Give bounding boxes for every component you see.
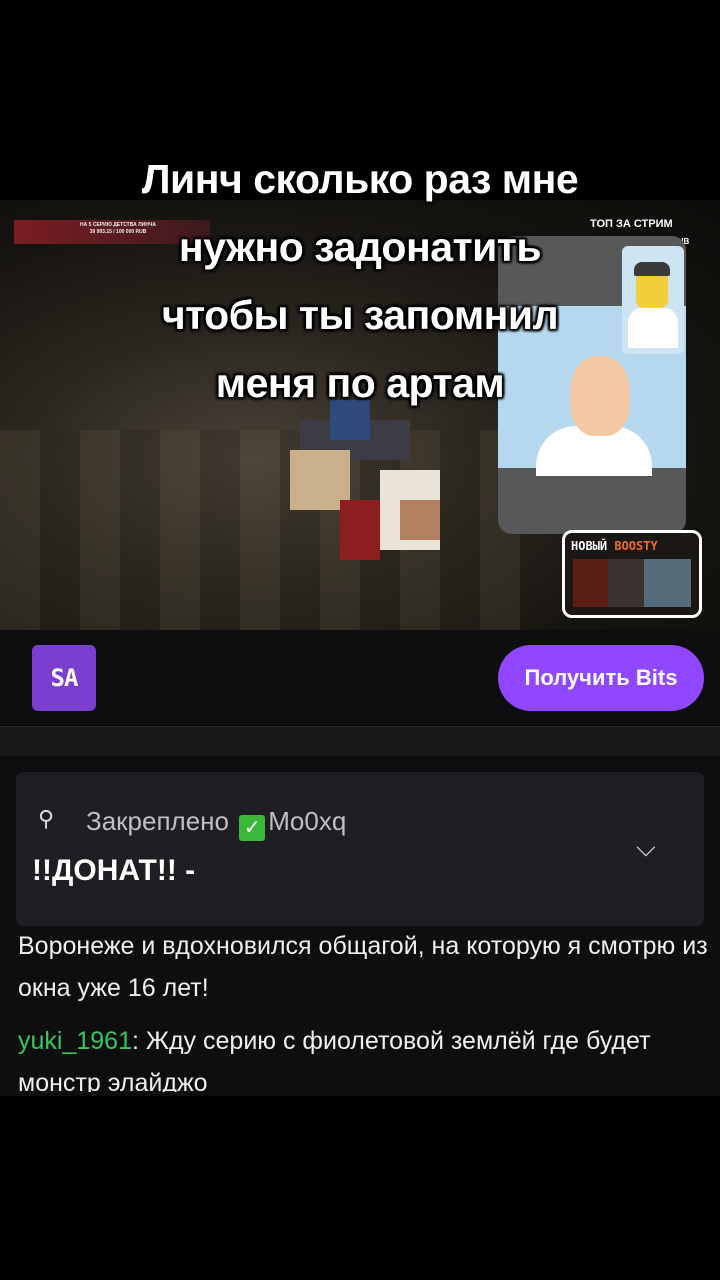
caption-line-3: чтобы ты запомнил	[161, 292, 559, 338]
chat-separator: :	[131, 1027, 146, 1055]
channel-logo[interactable]: SA	[32, 645, 96, 711]
chat-message-text: Воронеже и вдохновился общагой, на котор…	[18, 932, 708, 1002]
pinned-header: Закреплено ✓ Mo0xq	[86, 806, 346, 841]
get-bits-button[interactable]: Получить Bits	[498, 645, 704, 711]
boosty-label: НОВЫЙ BOOSTY	[571, 539, 658, 553]
chevron-down-icon[interactable]: ⌵	[636, 832, 656, 864]
channel-logo-text: SA	[50, 664, 79, 692]
pinned-message-text: !!ДОНАТ!! -	[32, 854, 196, 887]
divider	[0, 726, 720, 757]
chat-username[interactable]: yuki_1961	[18, 1027, 132, 1055]
caption-line-1: Линч сколько раз мне	[141, 156, 579, 202]
caption-line-4: меня по артам	[215, 360, 505, 406]
chat-message: yuki_1961: Жду серию с фиолетовой землёй…	[18, 1020, 708, 1092]
pinned-message-card[interactable]	[16, 772, 704, 926]
game-block	[340, 500, 380, 560]
boosty-badge: НОВЫЙ BOOSTY	[562, 530, 702, 618]
game-floor	[0, 430, 520, 630]
game-block	[400, 500, 440, 540]
pinned-label: Закреплено	[86, 806, 229, 836]
chat-message: Воронеже и вдохновился общагой, на котор…	[18, 925, 708, 1009]
caption-line-2: нужно задонатить	[178, 224, 542, 270]
boosty-scene	[573, 559, 691, 607]
pinned-by-user: Mo0xq	[268, 806, 347, 836]
pin-icon: ⚲	[38, 806, 55, 831]
check-icon: ✓	[239, 815, 266, 841]
